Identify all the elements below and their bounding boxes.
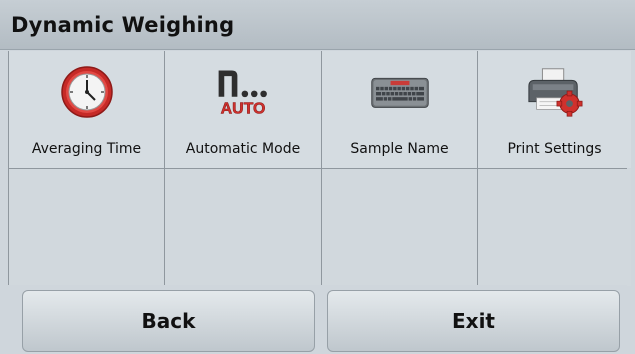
keyboard-icon xyxy=(370,65,430,119)
menu-item-label: Print Settings xyxy=(507,141,602,157)
menu-item-averaging-time[interactable]: Averaging Time xyxy=(9,51,164,168)
empty-cell xyxy=(9,169,164,286)
menu-item-automatic-mode[interactable]: AUTO Automatic Mode xyxy=(165,51,321,168)
auto-mode-icon: AUTO xyxy=(213,65,273,119)
bottom-bar: Back Exit xyxy=(8,285,627,354)
auto-mode-icon-text: AUTO xyxy=(221,101,266,118)
menu-item-label: Sample Name xyxy=(350,141,449,157)
menu-item-sample-name[interactable]: Sample Name xyxy=(322,51,477,168)
menu-item-label: Averaging Time xyxy=(31,141,142,157)
title-bar: Dynamic Weighing xyxy=(0,0,635,50)
empty-cell xyxy=(322,169,477,286)
menu-item-print-settings[interactable]: Print Settings xyxy=(478,51,631,168)
clock-icon xyxy=(57,65,117,119)
menu-item-label: Automatic Mode xyxy=(185,141,301,157)
empty-cell xyxy=(165,169,321,286)
dynamic-weighing-screen: Dynamic Weighing Averaging Time AUTO Aut… xyxy=(0,0,635,354)
page-title: Dynamic Weighing xyxy=(11,13,235,37)
menu-grid: Averaging Time AUTO Automatic Mode Sampl… xyxy=(8,51,631,286)
printer-settings-icon xyxy=(525,65,585,119)
empty-cell xyxy=(478,169,631,286)
back-button[interactable]: Back xyxy=(22,290,315,352)
exit-button[interactable]: Exit xyxy=(327,290,620,352)
